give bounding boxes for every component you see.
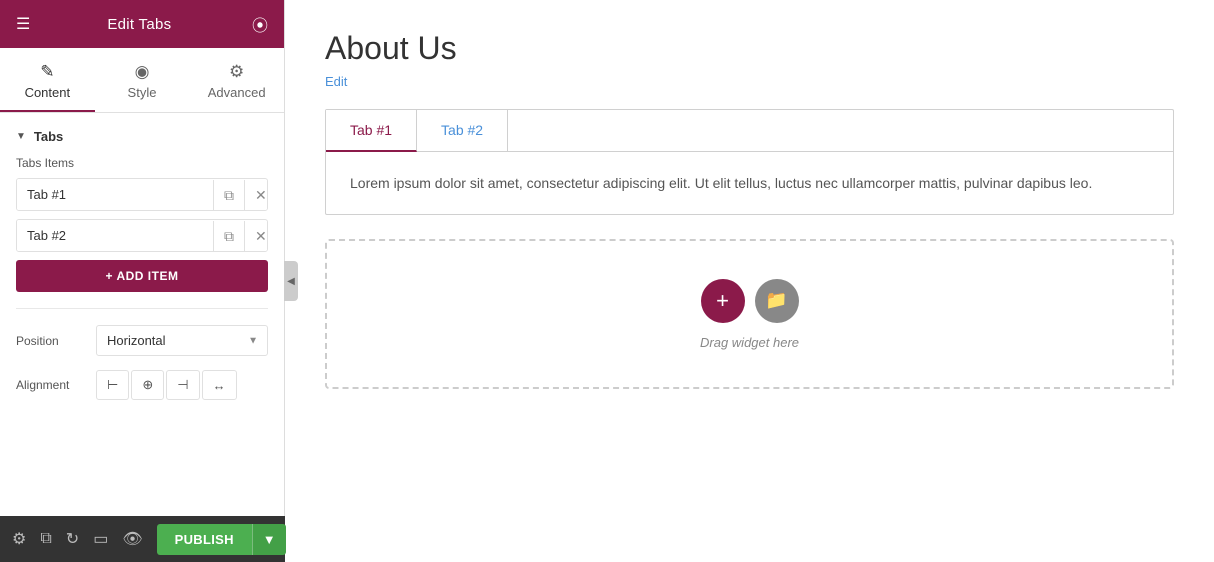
panel-title: Edit Tabs [107, 16, 171, 33]
tabs-widget: Tab #1 Tab #2 Lorem ipsum dolor sit amet… [325, 109, 1174, 215]
add-item-button[interactable]: + ADD ITEM [16, 260, 268, 292]
footer-bar: ⚙ ⧉ ↻ ▭ 👁 PUBLISH ▼ [0, 516, 285, 562]
drag-add-button[interactable]: + [701, 279, 745, 323]
tab-content[interactable]: ✎ Content [0, 48, 95, 112]
position-control: Horizontal Vertical ▼ [96, 325, 268, 356]
align-btn-right[interactable]: ⊣ [166, 370, 199, 400]
tabs-nav: Tab #1 Tab #2 [326, 110, 1173, 152]
content-icon: ✎ [0, 62, 95, 82]
position-select-wrap: Horizontal Vertical ▼ [96, 325, 268, 356]
tab-item-row-2: ⧉ ✕ [16, 219, 268, 252]
publish-btn-wrap: PUBLISH ▼ [157, 524, 286, 555]
position-label: Position [16, 334, 96, 348]
drag-widget-buttons: + 📁 [701, 279, 799, 323]
grid-icon[interactable]: ⦿ [248, 12, 268, 36]
tab-item-input-2[interactable] [17, 220, 213, 251]
publish-dropdown-button[interactable]: ▼ [252, 524, 286, 555]
page-title: About Us [325, 30, 1174, 67]
tab-advanced[interactable]: ⚙ Advanced [189, 48, 284, 112]
layers-icon[interactable]: ⧉ [40, 530, 51, 548]
align-btn-justify[interactable]: ↔ [202, 370, 237, 400]
tabs-section-header: ▼ Tabs [16, 129, 268, 144]
position-select[interactable]: Horizontal Vertical [96, 325, 268, 356]
tab-nav-item-1[interactable]: Tab #1 [326, 110, 417, 152]
drag-widget-text: Drag widget here [700, 335, 799, 350]
panel-header: ☰ Edit Tabs ⦿ [0, 0, 284, 48]
edit-link[interactable]: Edit [325, 74, 347, 89]
collapse-handle[interactable]: ◀ [284, 261, 298, 301]
tab-item-input-1[interactable] [17, 179, 213, 210]
tab-item-row-1: ⧉ ✕ [16, 178, 268, 211]
tab-item-delete-2[interactable]: ✕ [244, 221, 268, 251]
tab-item-delete-1[interactable]: ✕ [244, 180, 268, 210]
preview-icon[interactable]: 👁 [122, 529, 142, 549]
align-btn-center[interactable]: ⊕ [131, 370, 164, 400]
tab-item-copy-1[interactable]: ⧉ [213, 180, 244, 210]
section-arrow: ▼ [16, 131, 26, 142]
drag-widget-area: + 📁 Drag widget here [325, 239, 1174, 389]
settings-icon[interactable]: ⚙ [12, 529, 26, 549]
history-icon[interactable]: ↻ [66, 529, 79, 549]
style-icon: ◉ [95, 62, 190, 82]
position-field: Position Horizontal Vertical ▼ [16, 325, 268, 356]
advanced-icon: ⚙ [189, 62, 284, 82]
panel-tabs-bar: ✎ Content ◉ Style ⚙ Advanced [0, 48, 284, 113]
panel-content: ▼ Tabs Tabs Items ⧉ ✕ ⧉ ✕ + ADD ITEM Pos… [0, 113, 284, 519]
left-panel: ☰ Edit Tabs ⦿ ✎ Content ◉ Style ⚙ Advanc… [0, 0, 285, 562]
tab-style[interactable]: ◉ Style [95, 48, 190, 112]
tab-item-copy-2[interactable]: ⧉ [213, 221, 244, 251]
menu-icon[interactable]: ☰ [16, 14, 30, 34]
alignment-label: Alignment [16, 378, 96, 392]
alignment-buttons: ⊢ ⊕ ⊣ ↔ [96, 370, 268, 400]
divider-1 [16, 308, 268, 309]
publish-button[interactable]: PUBLISH [157, 524, 252, 555]
drag-folder-button[interactable]: 📁 [755, 279, 799, 323]
right-content: About Us Edit Tab #1 Tab #2 Lorem ipsum … [285, 0, 1214, 562]
alignment-field: Alignment ⊢ ⊕ ⊣ ↔ [16, 370, 268, 400]
tabs-items-label: Tabs Items [16, 156, 268, 170]
tab-nav-item-2[interactable]: Tab #2 [417, 110, 508, 151]
tab-content-area: Lorem ipsum dolor sit amet, consectetur … [326, 152, 1173, 214]
add-item-label: + ADD ITEM [106, 269, 179, 283]
align-btn-left[interactable]: ⊢ [96, 370, 129, 400]
alignment-control: ⊢ ⊕ ⊣ ↔ [96, 370, 268, 400]
responsive-icon[interactable]: ▭ [93, 529, 108, 549]
